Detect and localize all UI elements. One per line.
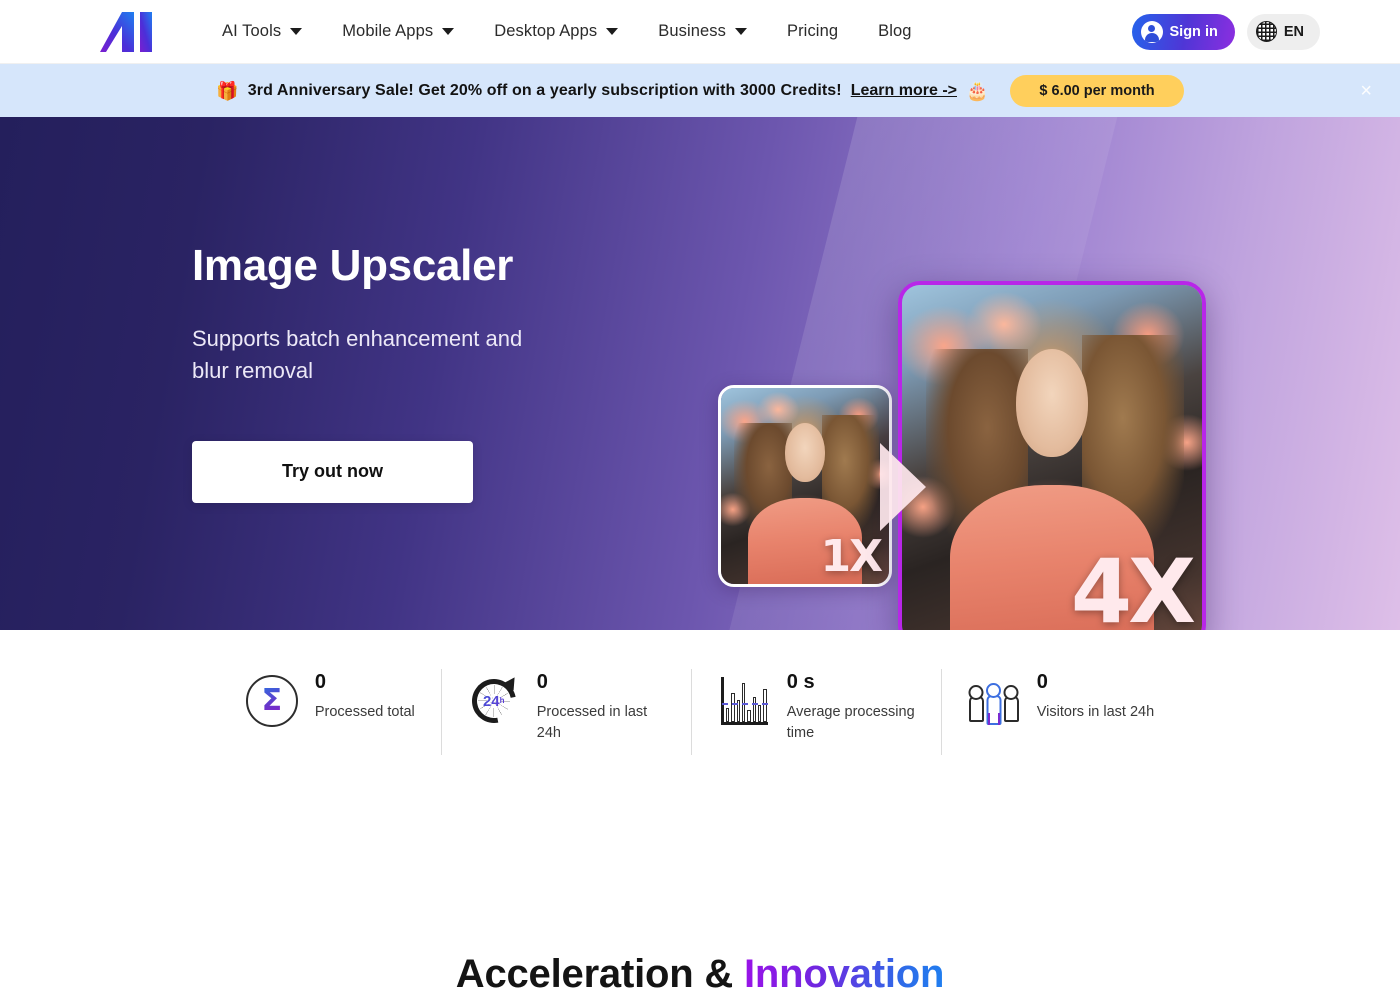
stat-value: 0 bbox=[1036, 671, 1048, 693]
before-image-thumbnail: 1X bbox=[718, 385, 892, 587]
promo-price-button[interactable]: $ 6.00 per month bbox=[1010, 74, 1184, 107]
chevron-down-icon bbox=[442, 28, 455, 35]
clock-24h-icon: 24 h bbox=[463, 670, 525, 732]
stat-label: Processed total bbox=[314, 704, 415, 720]
section-heading-accent: Innovation bbox=[744, 952, 945, 996]
try-out-now-button[interactable]: Try out now bbox=[192, 440, 473, 503]
language-label: EN bbox=[1283, 23, 1304, 40]
stat-label: Visitors in last 24h bbox=[1036, 704, 1155, 720]
nav-item-mobile-apps[interactable]: Mobile Apps bbox=[322, 16, 474, 47]
birthday-cake-icon: 🎂 bbox=[966, 80, 989, 101]
nav-label: Business bbox=[658, 22, 726, 40]
clock-icon-sup: h bbox=[499, 696, 505, 705]
logo[interactable] bbox=[100, 9, 160, 55]
stats-bar: Σ 0 Processed total 24 h 0 Processed in l… bbox=[0, 630, 1400, 880]
stat-visitors-last-24h: 0 Visitors in last 24h bbox=[940, 669, 1180, 755]
stat-value: 0 bbox=[536, 671, 548, 693]
nav-label: Mobile Apps bbox=[342, 22, 434, 40]
gift-icon: 🎁 bbox=[216, 80, 239, 101]
section-heading-plain: Acceleration & bbox=[455, 952, 744, 996]
hero-section: Image Upscaler Supports batch enhancemen… bbox=[0, 117, 1400, 630]
user-avatar-icon bbox=[1140, 20, 1163, 43]
nav-item-blog[interactable]: Blog bbox=[858, 16, 931, 47]
language-switcher-button[interactable]: EN bbox=[1246, 13, 1320, 50]
sigma-icon: Σ bbox=[245, 675, 298, 727]
hero-subtitle: Supports batch enhancement and blur remo… bbox=[192, 326, 523, 383]
stat-label: Average processing time bbox=[786, 704, 915, 742]
after-image-preview: 4X bbox=[898, 281, 1206, 630]
promo-banner: 🎁 3rd Anniversary Sale! Get 20% off on a… bbox=[0, 64, 1400, 117]
arrow-right-icon bbox=[880, 443, 926, 531]
sign-in-label: Sign in bbox=[1169, 23, 1218, 40]
hero-copy: Image Upscaler Supports batch enhancemen… bbox=[192, 241, 552, 503]
globe-icon bbox=[1255, 21, 1277, 42]
bar-chart-icon bbox=[718, 675, 770, 727]
people-icon bbox=[968, 675, 1020, 727]
section-heading: Acceleration & Innovation bbox=[0, 952, 1400, 997]
sign-in-button[interactable]: Sign in bbox=[1131, 13, 1235, 50]
chevron-down-icon bbox=[290, 28, 303, 35]
stat-value: 0 bbox=[314, 671, 326, 693]
nav-label: Blog bbox=[878, 22, 912, 40]
ai-logo-icon bbox=[100, 11, 152, 52]
nav-item-business[interactable]: Business bbox=[638, 16, 767, 47]
stat-average-processing-time: 0 s Average processing time bbox=[690, 669, 941, 755]
main-navigation: AI Tools Mobile Apps Desktop Apps Busine… bbox=[202, 16, 932, 47]
close-icon[interactable]: × bbox=[1360, 81, 1372, 101]
nav-item-pricing[interactable]: Pricing bbox=[767, 16, 858, 47]
promo-banner-text: 3rd Anniversary Sale! Get 20% off on a y… bbox=[247, 81, 842, 99]
page-title: Image Upscaler bbox=[192, 241, 514, 290]
stat-label: Processed in last 24h bbox=[536, 704, 648, 742]
nav-label: Desktop Apps bbox=[494, 22, 598, 40]
scale-label-1x: 1X bbox=[820, 531, 883, 582]
clock-icon-text: 24 bbox=[482, 692, 500, 710]
scale-label-4x: 4X bbox=[1070, 540, 1196, 630]
nav-item-desktop-apps[interactable]: Desktop Apps bbox=[474, 16, 638, 47]
stat-processed-last-24h: 24 h 0 Processed in last 24h bbox=[440, 669, 691, 755]
nav-item-ai-tools[interactable]: AI Tools bbox=[202, 16, 322, 47]
nav-label: Pricing bbox=[786, 22, 839, 40]
stat-processed-total: Σ 0 Processed total bbox=[220, 669, 441, 755]
site-header: AI Tools Mobile Apps Desktop Apps Busine… bbox=[0, 0, 1400, 64]
header-actions: Sign in EN bbox=[1131, 13, 1320, 50]
stat-value: 0 s bbox=[786, 671, 815, 693]
promo-learn-more-link[interactable]: Learn more -> bbox=[851, 82, 957, 100]
chevron-down-icon bbox=[606, 28, 619, 35]
nav-label: AI Tools bbox=[222, 22, 282, 40]
chevron-down-icon bbox=[734, 28, 747, 35]
